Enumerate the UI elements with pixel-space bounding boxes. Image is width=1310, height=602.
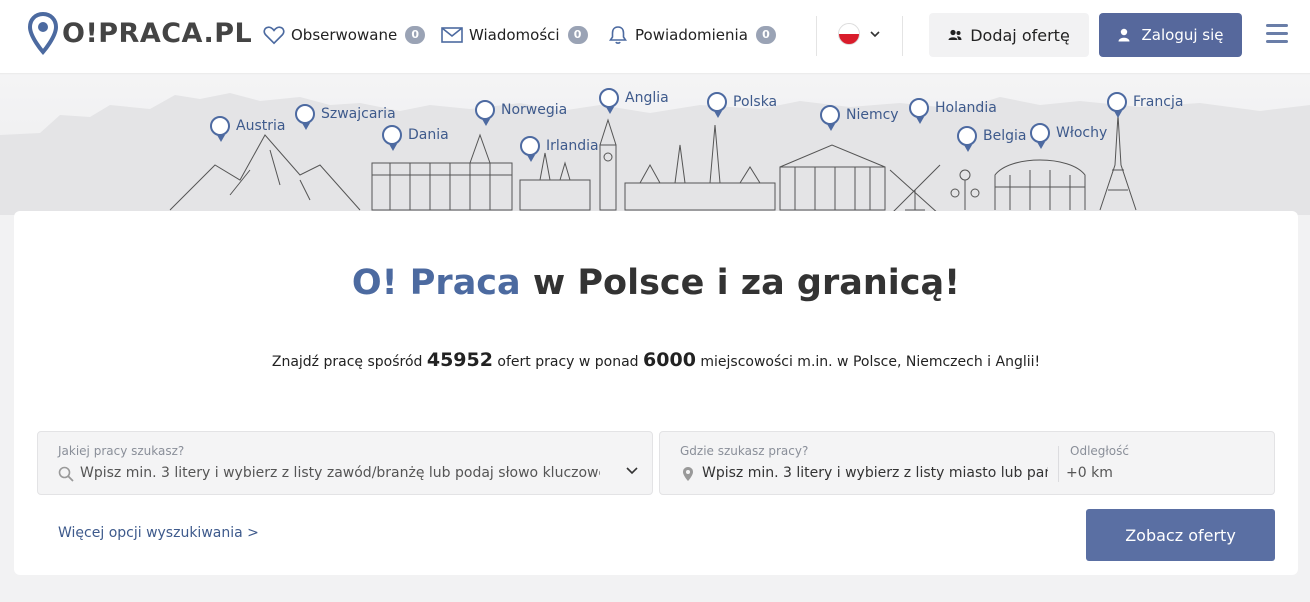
location-pin-icon	[520, 136, 540, 162]
title-rest: w Polsce i za granicą!	[532, 263, 961, 303]
see-offers-label: Zobacz oferty	[1125, 525, 1236, 545]
location-pin-icon	[909, 98, 929, 124]
search-icon	[58, 466, 74, 482]
location-pin-icon	[957, 126, 977, 152]
poland-flag-icon	[838, 23, 860, 45]
country-pin-belgium[interactable]: Belgia	[957, 126, 1026, 152]
login-label: Zaloguj się	[1141, 26, 1224, 44]
more-search-options-link[interactable]: Więcej opcji wyszukiwania >	[58, 525, 259, 541]
title-accent: O! Praca	[351, 263, 521, 303]
country-pin-norway[interactable]: Norwegia	[475, 100, 567, 126]
nav-notifications-label: Powiadomienia	[635, 26, 748, 44]
location-pin-icon	[210, 116, 230, 142]
job-search-input[interactable]: Jakiej pracy szukasz? Wpisz min. 3 liter…	[37, 431, 653, 495]
job-search-label: Jakiej pracy szukasz?	[58, 444, 185, 458]
nav-notifications[interactable]: Powiadomienia 0	[607, 22, 776, 48]
country-pin-austria[interactable]: Austria	[210, 116, 285, 142]
divider	[902, 16, 903, 56]
add-offer-label: Dodaj ofertę	[970, 25, 1070, 45]
country-pin-poland[interactable]: Polska	[707, 92, 777, 118]
add-offer-button[interactable]: Dodaj ofertę	[929, 13, 1089, 57]
location-search-placeholder: Wpisz min. 3 litery i wybierz z listy mi…	[702, 465, 1048, 481]
search-card: O! Praca w Polsce i za granicą! Znajdź p…	[14, 211, 1298, 575]
watched-count-badge: 0	[405, 26, 426, 44]
location-pin-icon	[1107, 92, 1127, 118]
map-pin-icon	[683, 467, 693, 481]
heart-icon	[263, 24, 285, 46]
nav-messages[interactable]: Wiadomości 0	[441, 22, 588, 48]
messages-count-badge: 0	[567, 26, 588, 44]
country-pin-germany[interactable]: Niemcy	[820, 105, 899, 131]
places-count: 6000	[643, 349, 696, 371]
country-pin-italy[interactable]: Włochy	[1030, 123, 1107, 149]
page-title: O! Praca w Polsce i za granicą!	[14, 263, 1298, 303]
distance-label: Odległość	[1070, 444, 1129, 458]
divider	[816, 16, 817, 56]
job-search-placeholder: Wpisz min. 3 litery i wybierz z listy za…	[80, 465, 600, 481]
chevron-down-icon[interactable]	[626, 467, 638, 475]
country-pin-france[interactable]: Francja	[1107, 92, 1183, 118]
page-subtitle: Znajdź pracę spośród 45952 ofert pracy w…	[271, 349, 1041, 371]
location-search-input[interactable]: Gdzie szukasz pracy? Wpisz min. 3 litery…	[659, 431, 1275, 495]
country-pin-ireland[interactable]: Irlandia	[520, 136, 599, 162]
user-icon	[1118, 28, 1129, 42]
nav-watched-label: Obserwowane	[291, 26, 398, 44]
users-icon	[948, 29, 962, 40]
location-pin-icon	[382, 125, 402, 151]
bell-icon	[607, 24, 629, 46]
country-pin-denmark[interactable]: Dania	[382, 125, 449, 151]
distance-value[interactable]: +0 km	[1066, 465, 1113, 481]
country-pin-switzerland[interactable]: Szwajcaria	[295, 104, 396, 130]
country-pin-netherlands[interactable]: Holandia	[909, 98, 997, 124]
location-pin-icon	[295, 104, 315, 130]
menu-hamburger-icon[interactable]	[1266, 24, 1288, 44]
language-selector[interactable]	[838, 23, 880, 45]
nav-watched[interactable]: Obserwowane 0	[263, 22, 426, 48]
country-pin-england[interactable]: Anglia	[599, 88, 669, 114]
top-header: O!PRACA.PL Obserwowane 0 Wiadomości 0 Po…	[0, 0, 1310, 74]
chevron-down-icon	[870, 30, 880, 37]
location-pin-icon	[1030, 123, 1050, 149]
nav-messages-label: Wiadomości	[469, 26, 560, 44]
login-button[interactable]: Zaloguj się	[1099, 13, 1242, 57]
location-pin-icon	[475, 100, 495, 126]
logo-text: O!PRACA.PL	[62, 18, 253, 49]
divider	[1058, 446, 1059, 482]
location-pin-icon	[707, 92, 727, 118]
location-pin-logo-icon	[28, 12, 58, 56]
location-pin-icon	[599, 88, 619, 114]
location-pin-icon	[820, 105, 840, 131]
offers-count: 45952	[426, 349, 493, 371]
notifications-count-badge: 0	[755, 26, 776, 44]
envelope-icon	[441, 24, 463, 46]
countries-banner: Austria Szwajcaria Dania Norwegia Irland…	[0, 75, 1310, 215]
location-search-label: Gdzie szukasz pracy?	[680, 444, 809, 458]
see-offers-button[interactable]: Zobacz oferty	[1086, 509, 1275, 561]
